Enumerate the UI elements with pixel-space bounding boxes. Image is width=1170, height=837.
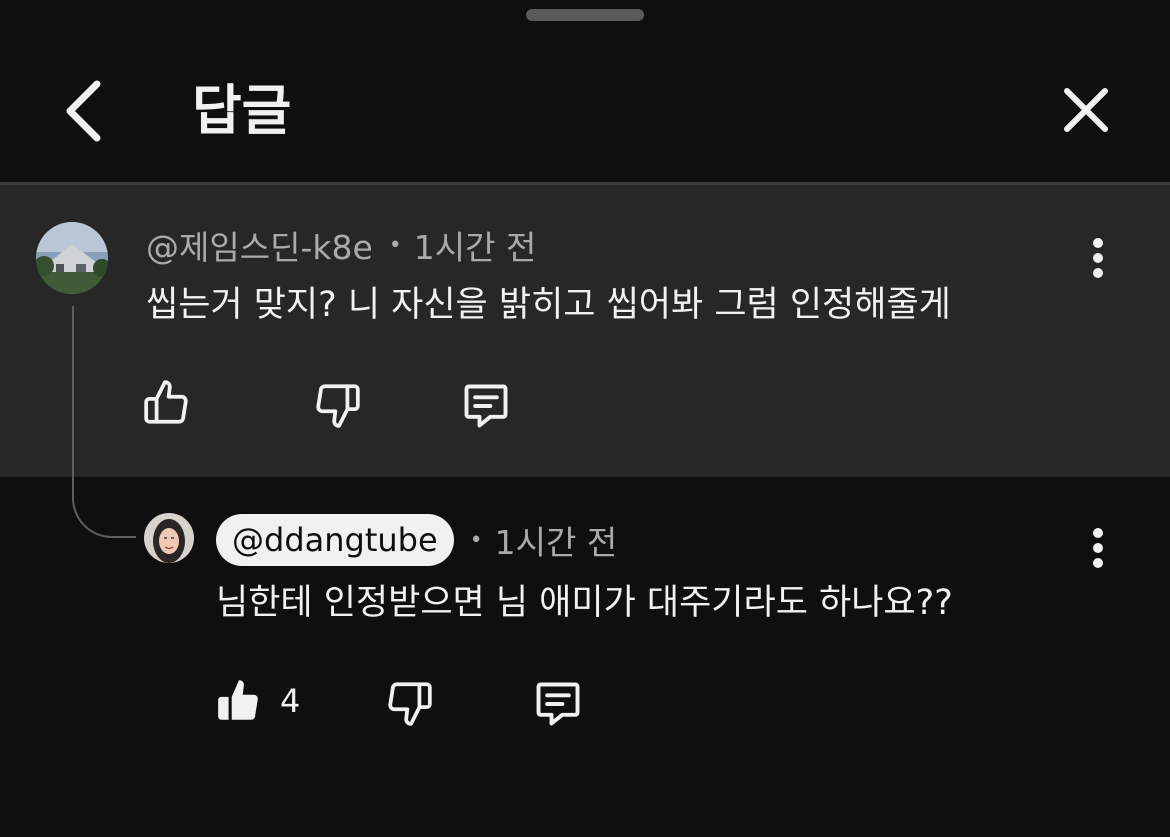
meta-separator: • [469,527,483,553]
more-options-button[interactable] [1078,518,1118,578]
comment-meta: @제임스딘-k8e • 1시간 전 [146,222,536,268]
more-vertical-icon [1093,238,1103,278]
dislike-button[interactable] [384,678,434,728]
comment-time: 1시간 전 [413,228,537,267]
back-button[interactable] [48,72,118,150]
thumbs-up-icon [144,380,188,424]
thread-connector-line [72,306,136,538]
page-title: 답글 [192,79,292,142]
reply-text: 님한테 인정받으면 님 애미가 대주기라도 하나요?? [216,583,953,623]
reply-icon [536,682,580,726]
sheet-header: 답글 [0,0,1170,184]
more-vertical-icon [1093,528,1103,568]
like-button[interactable] [142,378,208,428]
avatar-building-image [36,222,108,294]
meta-separator: • [388,232,402,258]
reply-author[interactable]: @ddangtube [216,514,454,566]
comment-text: 씹는거 맞지? 니 자신을 밝히고 씹어봐 그럼 인정해줄게 [146,285,951,325]
thumbs-up-filled-icon [218,680,258,720]
reply-icon [464,384,508,428]
comment-author[interactable]: @제임스딘-k8e [146,221,373,269]
dislike-button[interactable] [312,380,362,430]
like-button[interactable]: 4 [214,676,300,726]
close-icon [1064,88,1108,132]
thumbs-down-icon [388,682,432,726]
thumbs-down-icon [316,384,360,428]
reply-time: 1시간 전 [494,523,618,562]
replies-sheet: 답글 @제임스딘-k8e • 1시간 전 씹는거 맞지? 니 자신을 밝히고 씹… [0,0,1170,837]
avatar[interactable] [36,222,108,294]
avatar-face-image [144,513,194,563]
reply-button[interactable] [460,380,512,432]
like-count: 4 [280,682,301,720]
avatar[interactable] [144,513,194,563]
reply-button[interactable] [532,678,584,730]
close-button[interactable] [1050,74,1122,146]
chevron-left-icon [66,80,101,142]
reply-meta: @ddangtube • 1시간 전 [216,514,617,566]
more-options-button[interactable] [1078,228,1118,288]
